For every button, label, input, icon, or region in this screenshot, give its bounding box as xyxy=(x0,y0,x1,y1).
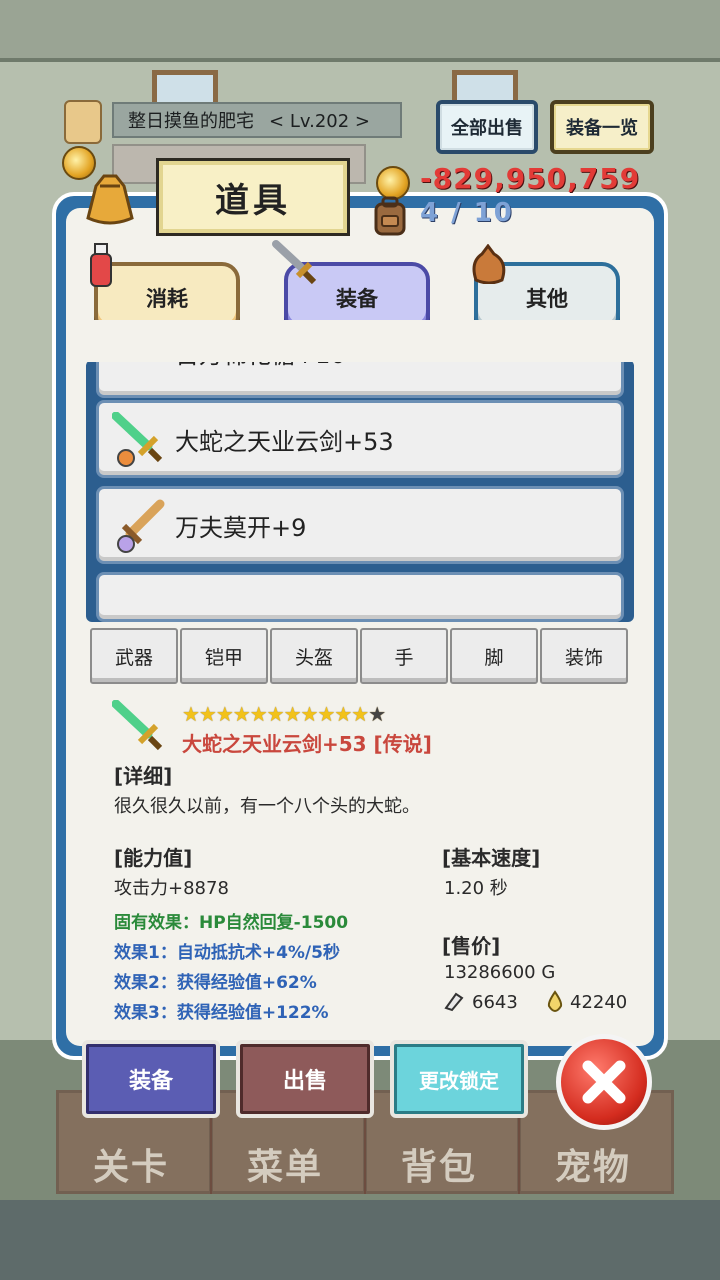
inherent-effect: 固有效果：HP自然回复-1500 xyxy=(114,913,349,933)
list-top-mask xyxy=(86,320,634,362)
speed-value: 1.20 秒 xyxy=(444,878,508,899)
backpack-icon xyxy=(372,196,408,236)
item-name: 万夫莫开+9 xyxy=(175,513,307,542)
toggle-lock-button[interactable]: 更改锁定 xyxy=(390,1040,528,1118)
bronze-sword-icon xyxy=(112,498,166,554)
equip-button[interactable]: 装备 xyxy=(82,1040,220,1118)
equipment-list-button[interactable]: 装备一览 xyxy=(550,100,654,154)
star-rating: ★★★★★★★★★★★★ xyxy=(182,702,386,726)
sell-button[interactable]: 出售 xyxy=(236,1040,374,1118)
drop-value: 42240 xyxy=(570,992,628,1013)
effect-3: 效果3：获得经验值+122% xyxy=(114,1003,329,1023)
selected-item-icon xyxy=(111,699,166,754)
nav-pet-label: 宠物 xyxy=(554,1147,631,1188)
attack-stat: 攻击力+8878 xyxy=(114,878,229,899)
slot-tab-accessory[interactable]: 装饰 xyxy=(540,628,628,684)
list-item[interactable] xyxy=(96,572,624,622)
player-name-bar: 整日摸鱼的肥宅 < Lv.202 > xyxy=(112,102,402,138)
background-roof xyxy=(0,0,720,62)
effect-2: 效果2：获得经验值+62% xyxy=(114,973,317,993)
bag-capacity: 4 / 10 xyxy=(420,198,514,228)
filled-stars: ★★★★★★★★★★★ xyxy=(182,702,369,726)
nav-bag-label: 背包 xyxy=(400,1147,477,1188)
potion-icon xyxy=(88,242,114,288)
nav-menu-label: 菜单 xyxy=(246,1147,323,1188)
player-level: < Lv.202 > xyxy=(269,111,370,132)
bag-icon xyxy=(82,172,138,226)
green-sword-icon xyxy=(111,411,166,468)
stats-header: [能力值] xyxy=(114,846,193,870)
nav-stage-label: 关卡 xyxy=(92,1147,169,1188)
player-avatar xyxy=(64,100,102,144)
list-item[interactable]: 万夫莫开+9 xyxy=(96,486,624,564)
detail-header: [详细] xyxy=(114,764,173,788)
player-name: 整日摸鱼的肥宅 xyxy=(128,111,254,132)
gold-coin-icon xyxy=(376,166,410,200)
shard-icon xyxy=(444,992,464,1012)
gold-amount: -829,950,759 xyxy=(420,162,641,195)
money-bag-icon xyxy=(468,243,510,285)
price-header: [售价] xyxy=(442,934,501,958)
slot-tab-hand[interactable]: 手 xyxy=(360,628,448,684)
panel-title: 道具 xyxy=(156,158,350,236)
item-description: 很久很久以前，有一个八个头的大蛇。 xyxy=(114,796,420,817)
list-item[interactable]: 大蛇之天业云剑+53 xyxy=(96,400,624,478)
slot-tab-foot[interactable]: 脚 xyxy=(450,628,538,684)
empty-star: ★ xyxy=(368,702,386,726)
close-button[interactable] xyxy=(556,1034,652,1130)
selected-item-name: 大蛇之天业云剑+53 [传说] xyxy=(182,732,432,756)
sell-all-button[interactable]: 全部出售 xyxy=(436,100,538,154)
price-value: 13286600 G xyxy=(444,962,556,983)
speed-header: [基本速度] xyxy=(442,846,541,870)
effect-1: 效果1：自动抵抗术+4%/5秒 xyxy=(114,943,340,963)
slot-tab-armor[interactable]: 铠甲 xyxy=(180,628,268,684)
sword-icon xyxy=(272,240,318,286)
background-ground xyxy=(0,1200,720,1280)
shard-value: 6643 xyxy=(472,992,518,1013)
item-name: 大蛇之天业云剑+53 xyxy=(175,427,394,456)
slot-tab-helmet[interactable]: 头盔 xyxy=(270,628,358,684)
slot-tab-weapon[interactable]: 武器 xyxy=(90,628,178,684)
close-icon xyxy=(582,1060,626,1104)
drop-icon xyxy=(546,990,564,1013)
